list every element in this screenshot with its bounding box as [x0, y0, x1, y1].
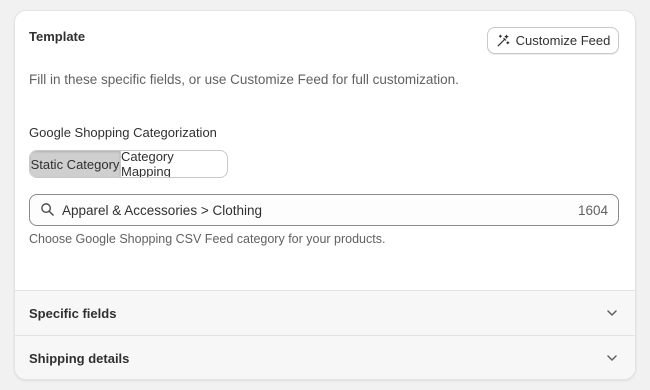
- customize-feed-label: Customize Feed: [515, 33, 611, 48]
- magic-wand-icon: [497, 34, 509, 46]
- chevron-down-icon: [607, 355, 617, 361]
- section-title: Specific fields: [29, 306, 117, 321]
- tab-category-mapping[interactable]: Category Mapping: [120, 151, 227, 177]
- template-card: Template Customize Feed Fill in these sp…: [14, 10, 636, 380]
- category-help-text: Choose Google Shopping CSV Feed category…: [29, 232, 386, 246]
- section-title: Shipping details: [29, 351, 130, 366]
- card-title: Template: [29, 29, 86, 44]
- template-description: Fill in these specific fields, or use Cu…: [29, 72, 459, 87]
- customize-feed-button[interactable]: Customize Feed: [487, 27, 619, 54]
- category-code: 1604: [577, 203, 608, 218]
- shipping-details-section[interactable]: Shipping details: [15, 335, 635, 379]
- categorization-label: Google Shopping Categorization: [29, 125, 217, 140]
- specific-fields-section[interactable]: Specific fields: [15, 290, 635, 335]
- category-search-input[interactable]: Apparel & Accessories > Clothing 1604: [29, 194, 619, 226]
- search-value: Apparel & Accessories > Clothing: [62, 203, 262, 218]
- tab-static-category[interactable]: Static Category: [30, 151, 120, 177]
- search-icon: [41, 203, 54, 216]
- category-type-toggle: Static Category Category Mapping: [29, 150, 228, 178]
- chevron-down-icon: [607, 310, 617, 316]
